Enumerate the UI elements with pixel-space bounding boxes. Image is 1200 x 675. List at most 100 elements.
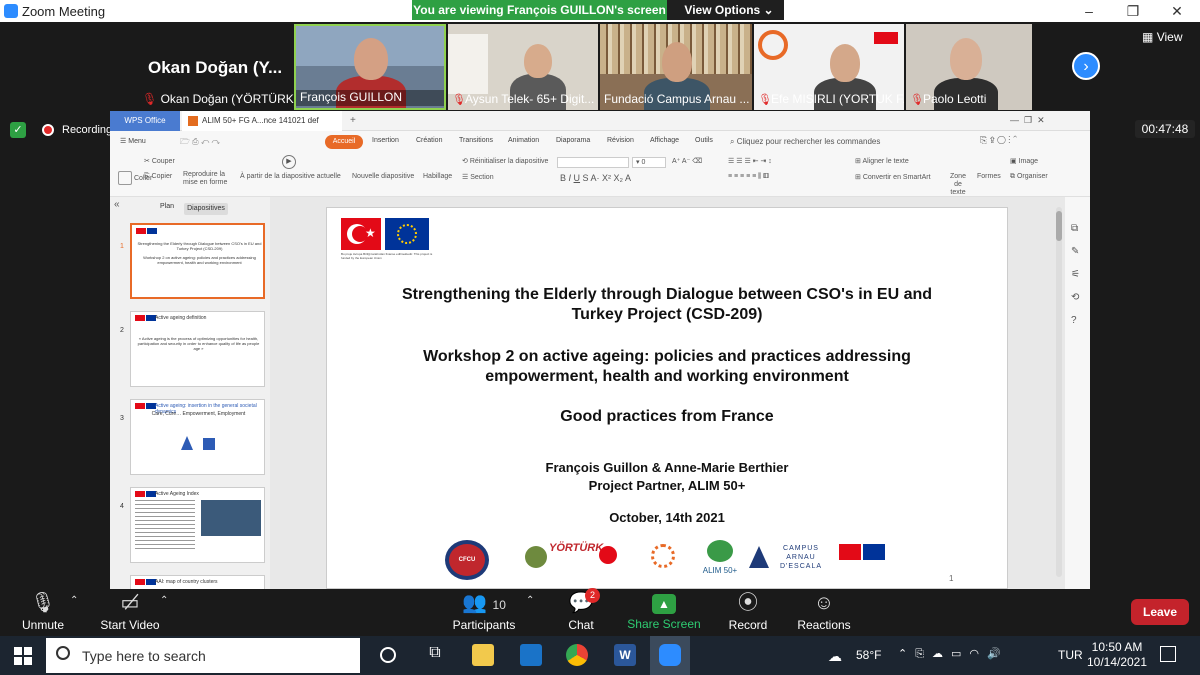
eu-flag-icon: [863, 544, 885, 560]
share-screen-icon[interactable]: ▲: [652, 594, 676, 614]
participant-tile-francois[interactable]: François GUILLON: [294, 24, 446, 110]
language-indicator[interactable]: TUR: [1058, 648, 1083, 662]
text-format-icons[interactable]: B I U S A· X² X₂ A: [560, 173, 631, 183]
reinitialiser-button[interactable]: ⟲ Réinitialiser la diapositive: [462, 157, 548, 165]
menu-button[interactable]: ☰ Menu: [120, 137, 146, 145]
account-icons[interactable]: ⎘ ⇪ ◯ ⋮ ⌃: [980, 135, 1017, 146]
participant-tile-aysun[interactable]: 🎙Aysun Telek- 65+ Digit...: [448, 24, 598, 110]
reproduire-button[interactable]: Reproduire la mise en forme: [183, 171, 233, 187]
slide-thumbnail-1[interactable]: Strengthening the Elderly through Dialog…: [130, 223, 265, 299]
command-search[interactable]: ⌕ Cliquez pour rechercher les commandes: [730, 137, 880, 147]
list-icons[interactable]: ☰ ☰ ☰ ⇤ ⇥ ↕: [728, 157, 772, 165]
tab-insertion[interactable]: Insertion: [372, 137, 399, 144]
slide-thumbnail-3[interactable]: Active ageing: insertion in the general …: [130, 399, 265, 475]
slide-thumbnail-4[interactable]: Active Ageing Index: [130, 487, 265, 563]
maximize-button[interactable]: ❐: [1118, 2, 1148, 20]
font-size-field[interactable]: ▾ 0: [632, 157, 666, 168]
mail-icon[interactable]: [520, 644, 542, 666]
taskbar-search[interactable]: Type here to search: [46, 638, 360, 673]
tab-animation[interactable]: Animation: [508, 137, 539, 144]
nouvelle-diapositive-button[interactable]: Nouvelle diapositive: [352, 173, 414, 180]
viewing-text: You are viewing François GUILLON's scree…: [412, 0, 667, 20]
taskbar-search-placeholder: Type here to search: [82, 648, 206, 664]
workshop-line2: empowerment, health and working environm…: [485, 368, 849, 385]
align-icons[interactable]: ≡ ≡ ≡ ≡ ≡ ⫼ ▥: [728, 173, 769, 181]
couper-button[interactable]: ✂ Couper: [144, 157, 175, 165]
participants-options-chevron[interactable]: ⌃: [526, 595, 534, 606]
view-button[interactable]: ▦ View: [1142, 30, 1182, 44]
participant-tile-efe[interactable]: 🎙Efe MISIRLI (YORTUK F...: [754, 24, 904, 110]
chrome-icon[interactable]: [566, 644, 588, 666]
participant-name-0: 🎙 Okan Doğan (YÖRTÜRK): [142, 92, 298, 106]
video-options-chevron[interactable]: ⌃: [160, 595, 168, 606]
vertical-scrollbar[interactable]: [1056, 207, 1062, 577]
clock-time: 10:50 AM: [1091, 640, 1143, 654]
slide-thumbnail-5[interactable]: AAI: map of country clusters: [130, 575, 265, 589]
person-head: [950, 38, 982, 80]
participant-tile-paolo[interactable]: 🎙Paolo Leotti: [906, 24, 1032, 110]
copier-button[interactable]: ⎘ Copier: [144, 173, 172, 181]
task-view-icon[interactable]: ⧉: [424, 644, 446, 666]
unmute-button[interactable]: 🎙 Unmute: [16, 591, 70, 632]
cortana-icon[interactable]: [380, 647, 396, 663]
image-button[interactable]: ▣ Image: [1010, 157, 1038, 165]
tab-creation[interactable]: Création: [416, 137, 442, 144]
view-options-button[interactable]: View Options ⌄: [674, 0, 784, 20]
flags-mini: [135, 579, 156, 586]
a-partir-button[interactable]: À partir de la diapositive actuelle: [240, 173, 341, 180]
participant-tile-campus[interactable]: Fundació Campus Arnau ...: [600, 24, 752, 110]
tab-diapositives[interactable]: Diapositives: [184, 203, 228, 215]
tab-accueil[interactable]: Accueil: [325, 135, 363, 149]
recording-label: Recording: [62, 124, 113, 136]
tab-diaporama[interactable]: Diaporama: [556, 137, 590, 144]
tab-revision[interactable]: Révision: [607, 137, 634, 144]
convertir-smartart-button[interactable]: ⊞ Convertir en SmartArt: [855, 173, 931, 181]
share-screen-button[interactable]: Share Screen: [624, 617, 704, 631]
close-button[interactable]: ✕: [1162, 2, 1192, 20]
security-shield-icon[interactable]: ✓: [10, 122, 26, 138]
side-tool-icons[interactable]: ⧉ ✎ ⚟ ⟲?: [1071, 217, 1080, 332]
weather-temp[interactable]: 58°F: [856, 648, 881, 662]
tab-transitions[interactable]: Transitions: [459, 137, 493, 144]
section-button[interactable]: ☰ Section: [462, 173, 494, 181]
thumb-number: 3: [120, 415, 124, 422]
minimize-button[interactable]: –: [1074, 2, 1104, 20]
notifications-icon[interactable]: [1160, 646, 1176, 662]
font-grow-icons[interactable]: A⁺ A⁻ ⌫: [672, 157, 702, 165]
cfcu-logo: CFCU: [445, 540, 489, 580]
organiser-button[interactable]: ⧉ Organiser: [1010, 173, 1048, 181]
wps-office-tab[interactable]: WPS Office: [110, 111, 180, 131]
new-tab-icon[interactable]: +: [350, 115, 356, 126]
current-slide[interactable]: ★ Bu proje Avrupa Birliği tarafından fin…: [326, 207, 1008, 589]
window-controls[interactable]: — ❐ ✕: [1010, 115, 1045, 126]
participants-button[interactable]: 👥 10 Participants: [448, 591, 520, 632]
tab-plan[interactable]: Plan: [160, 203, 174, 210]
font-name-field[interactable]: [557, 157, 629, 168]
document-tab[interactable]: ALIM 50+ FG A...nce 141021 def: [182, 111, 342, 131]
aligner-texte-button[interactable]: ⊞ Aligner le texte: [855, 157, 909, 165]
formes-button[interactable]: Formes: [977, 173, 1001, 180]
windows-start-icon[interactable]: [14, 647, 32, 665]
partner-flags-logo: [839, 540, 889, 580]
reactions-button[interactable]: ☺ Reactions: [794, 591, 854, 632]
clock[interactable]: 10:50 AM 10/14/2021: [1082, 640, 1152, 670]
file-explorer-icon[interactable]: [472, 644, 494, 666]
record-button[interactable]: ⦿ Record: [722, 591, 774, 632]
quick-access-icons[interactable]: 🗁 ⎙ ↶ ↷: [180, 136, 220, 150]
tray-icons[interactable]: ⌃⎘☁▭◠🔊: [898, 647, 1009, 661]
word-icon[interactable]: W: [614, 644, 636, 666]
tab-affichage[interactable]: Affichage: [650, 137, 679, 144]
next-page-button[interactable]: ›: [1072, 52, 1100, 80]
scroll-thumb[interactable]: [1056, 211, 1062, 241]
participant-name: 🎙Aysun Telek- 65+ Digit...: [448, 92, 598, 108]
slide-thumbnail-2[interactable]: Active ageing definition « Active ageing…: [130, 311, 265, 387]
start-video-button[interactable]: ▭̸ Start Video: [96, 591, 164, 632]
play-icon: ▶: [282, 155, 296, 169]
zoom-taskbar-item[interactable]: [650, 636, 690, 675]
leave-button[interactable]: Leave: [1131, 599, 1189, 625]
thumb-table-image: [201, 500, 261, 536]
audio-options-chevron[interactable]: ⌃: [70, 595, 78, 606]
zone-de-texte-button[interactable]: Zone de texte: [946, 173, 970, 197]
tab-outils[interactable]: Outils: [695, 137, 713, 144]
habillage-button[interactable]: Habillage: [423, 173, 452, 180]
